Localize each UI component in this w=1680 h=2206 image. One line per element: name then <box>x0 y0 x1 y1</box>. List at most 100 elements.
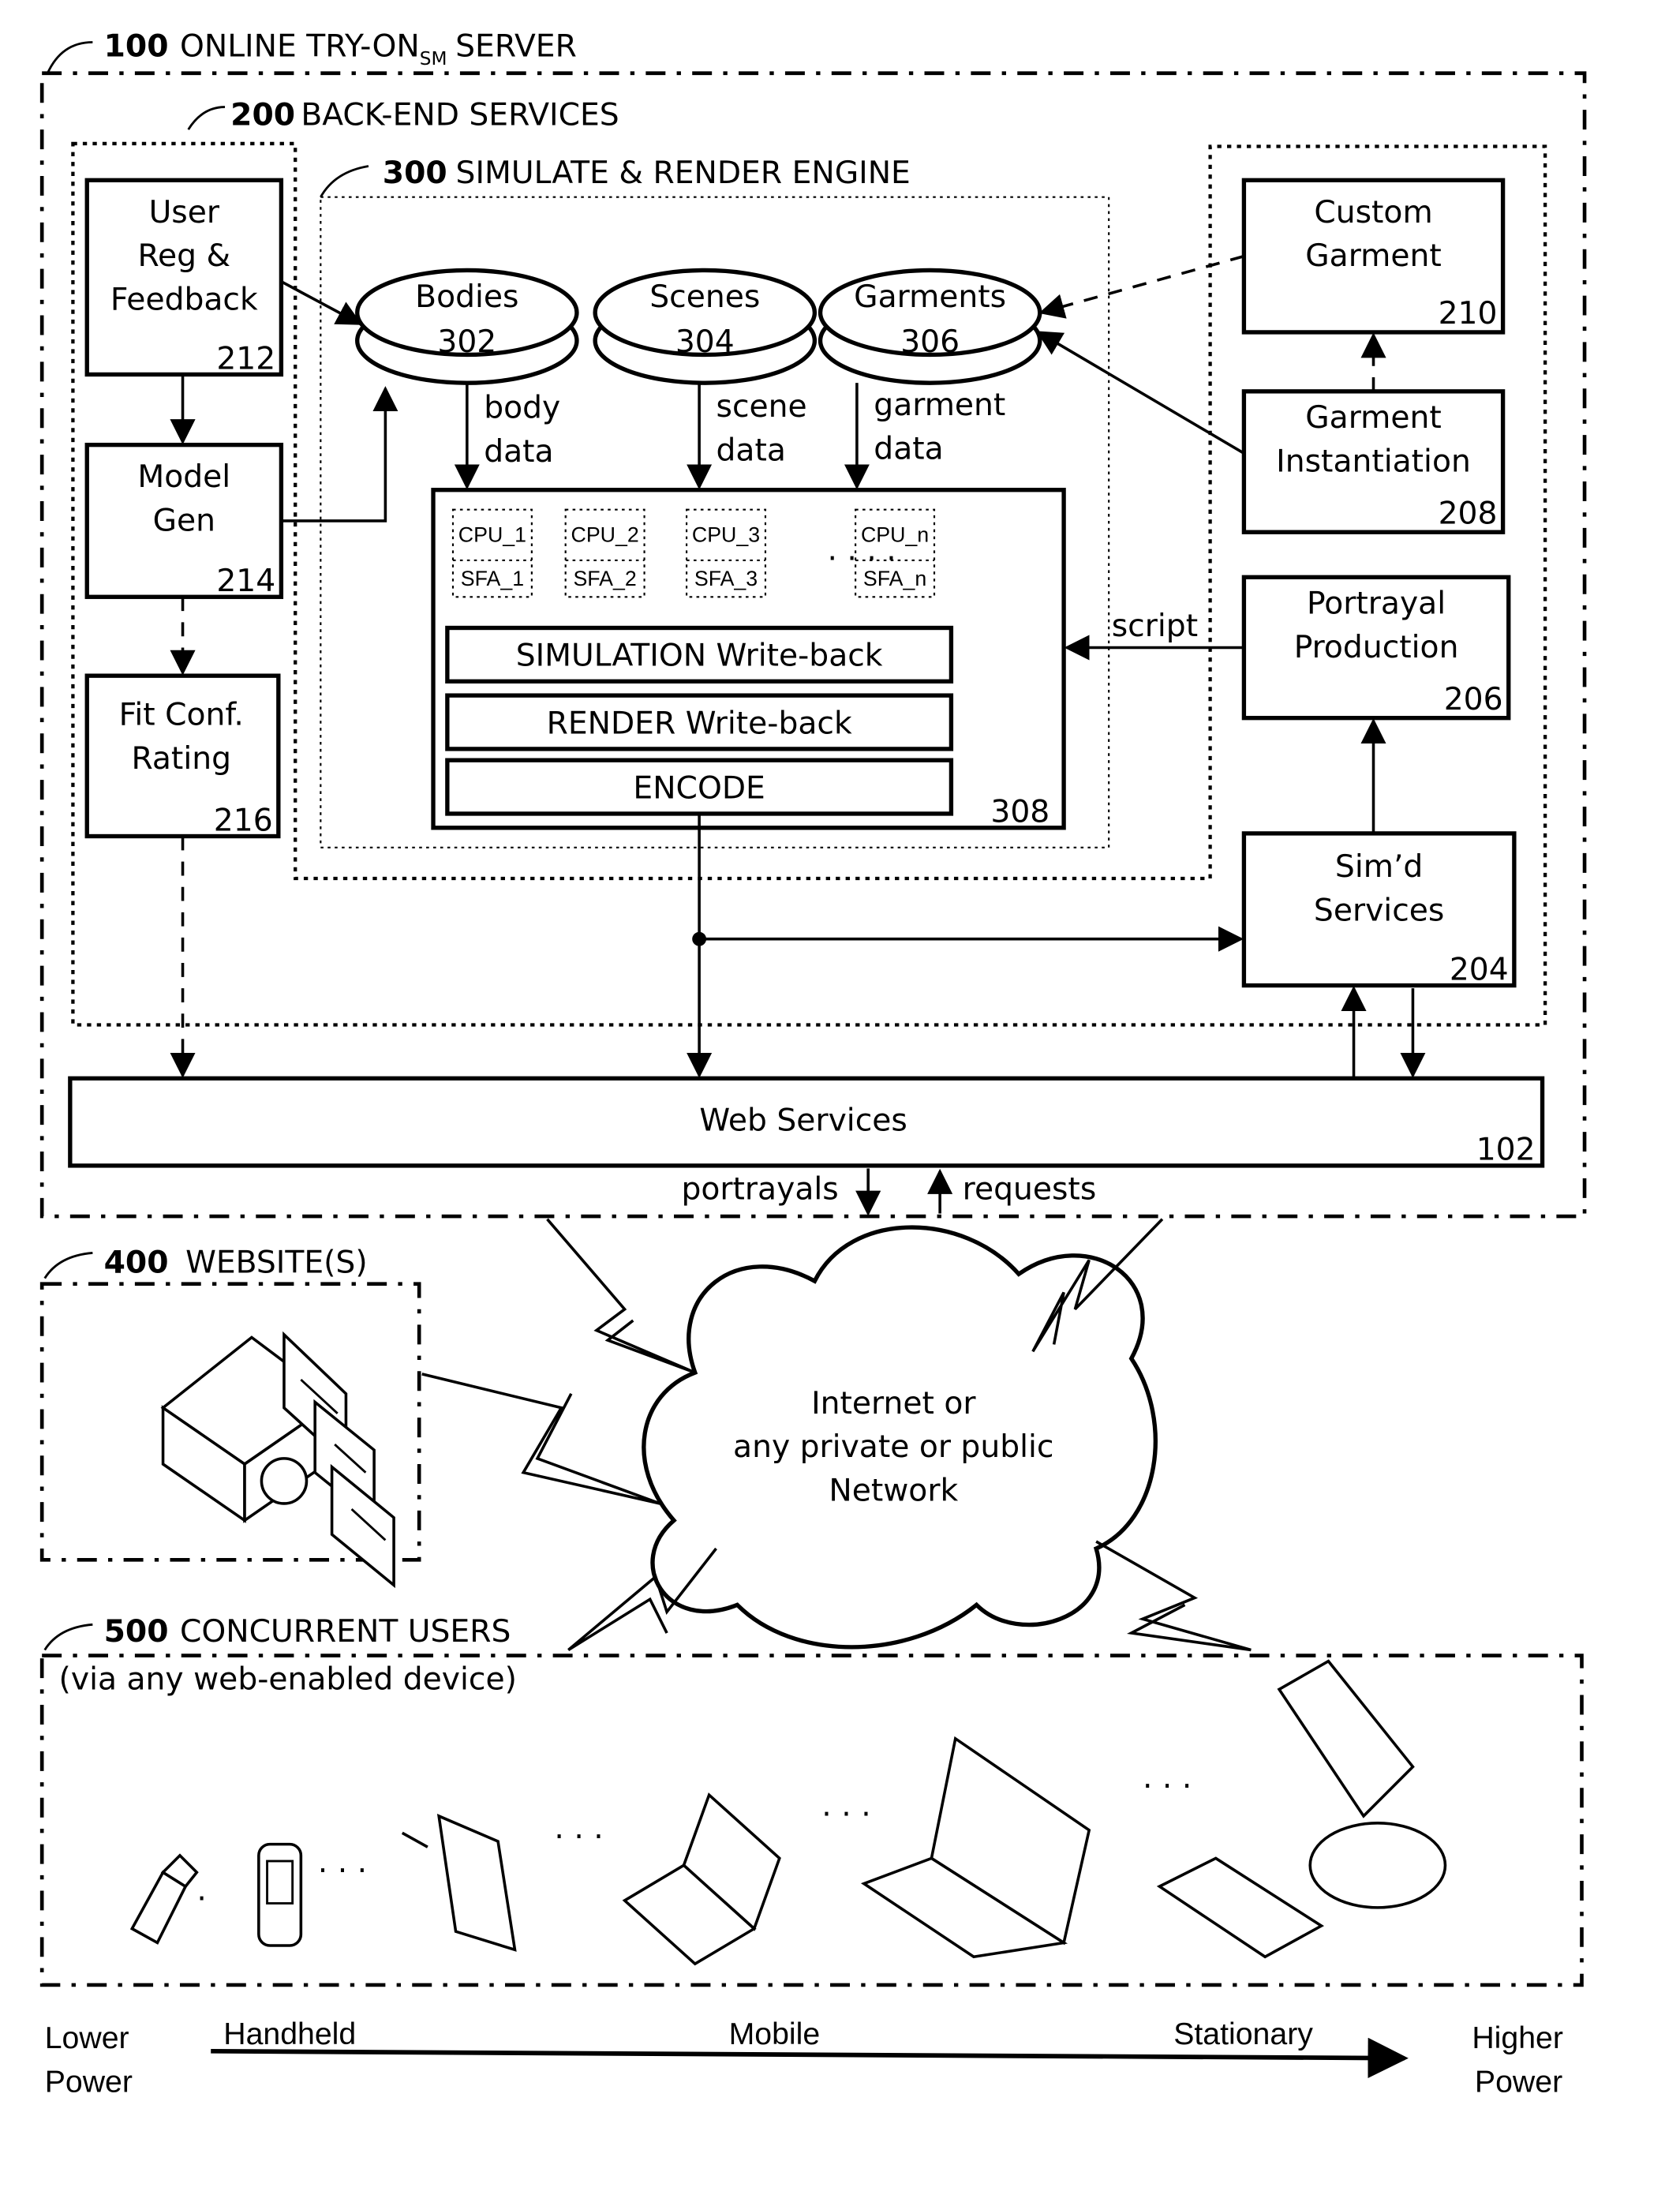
box-label-line: Portrayal <box>1307 586 1446 622</box>
tablet-icon <box>401 1814 517 1952</box>
database-name: Bodies <box>415 279 518 315</box>
axis-low-label: Lower <box>45 2021 129 2055</box>
box-label-line: Feedback <box>110 282 258 317</box>
stage-label: SIMULATION Write-back <box>516 639 883 674</box>
box-label-line: Sim’d <box>1335 849 1423 885</box>
box-model-gen[interactable]: Model Gen 214 <box>84 442 284 600</box>
axis-category-mobile: Mobile <box>729 2017 821 2051</box>
box-custom-garment[interactable]: Custom Garment 210 <box>1241 178 1506 335</box>
box-label-line: Services <box>1314 893 1444 929</box>
arrow-reg-to-bodies <box>280 280 363 325</box>
power-axis: Lower Power Handheld Mobile Stationary H… <box>45 2017 1563 2099</box>
network-label-line: Internet or <box>811 1386 976 1421</box>
box-label-line: Gen <box>153 503 215 538</box>
lightning-users-right-icon <box>1095 1540 1252 1652</box>
box-ref-number: 212 <box>216 341 275 376</box>
large-laptop-icon <box>860 1736 1091 1959</box>
box-label-line: Custom <box>1314 195 1432 230</box>
box-label-line: Rating <box>131 741 231 777</box>
arrow-custom-to-garments <box>1038 254 1244 319</box>
network-cloud[interactable]: Internet or any private or public Networ… <box>642 1225 1158 1650</box>
database-ref: 306 <box>900 324 960 360</box>
script-label: script <box>1112 609 1198 644</box>
flow-label: body <box>484 391 560 426</box>
box-label-line: Production <box>1294 630 1459 665</box>
cpu-label: CPU_2 <box>571 523 639 547</box>
cpu-label: CPU_1 <box>458 523 526 547</box>
database-bodies[interactable]: Bodies 302 <box>355 268 579 385</box>
network-label-line: any private or public <box>733 1429 1053 1465</box>
backend-number: 200 <box>230 98 295 133</box>
box-ref-number: 214 <box>216 564 275 599</box>
web-services-label: Web Services <box>699 1103 907 1138</box>
box-label-line: User <box>149 195 220 230</box>
database-ref: 302 <box>437 324 496 360</box>
flip-phone-icon <box>129 1853 199 1945</box>
sfa-label: SFA_3 <box>694 567 758 590</box>
engine-title: SIMULATE & RENDER ENGINE <box>456 155 911 191</box>
box-ref-number: 210 <box>1439 296 1498 331</box>
box-fit-conf-rating[interactable]: Fit Conf. Rating 216 <box>84 673 281 838</box>
server-number: 100 <box>104 28 169 64</box>
box-portrayal-production[interactable]: Portrayal Production 206 <box>1241 575 1511 721</box>
box-simd-services[interactable]: Sim’d Services 204 <box>1241 831 1517 988</box>
box-label-line: Garment <box>1305 238 1442 274</box>
flow-label: data <box>484 434 553 470</box>
axis-high-label: Higher <box>1472 2021 1563 2055</box>
box-label-line: Reg & <box>138 238 231 274</box>
box-label-line: Instantiation <box>1276 444 1471 480</box>
axis-category-handheld: Handheld <box>223 2017 356 2051</box>
stage-encode[interactable]: ENCODE <box>445 758 954 816</box>
device-icons: · · · · · · · · · · · · · <box>129 1659 1447 1966</box>
axis-low-label: Power <box>45 2065 133 2099</box>
small-laptop-icon <box>622 1792 781 1966</box>
server-title: ONLINE TRY-ONSM SERVER <box>180 28 577 69</box>
cpu-label: CPU_3 <box>692 523 760 547</box>
websites-title: WEBSITE(S) <box>185 1245 368 1280</box>
pda-icon <box>257 1842 303 1947</box>
device-ellipsis: · · · <box>821 1797 870 1833</box>
sfa-label: SFA_1 <box>461 567 524 590</box>
users-number: 500 <box>104 1614 169 1650</box>
web-services-box[interactable]: Web Services 102 <box>68 1076 1545 1168</box>
database-garments[interactable]: Garments 306 <box>818 268 1042 385</box>
portrayals-label: portrayals <box>682 1172 839 1208</box>
requests-label: requests <box>963 1172 1097 1208</box>
stage-render-writeback[interactable]: RENDER Write-back <box>445 693 954 751</box>
power-arrow <box>211 2037 1409 2079</box>
axis-high-label: Power <box>1475 2065 1562 2099</box>
system-architecture-diagram: 100 ONLINE TRY-ONSM SERVER 200 BACK-END S… <box>39 28 1587 2099</box>
box-label-line: Garment <box>1305 400 1442 436</box>
box-ref-number: 216 <box>214 803 273 838</box>
device-ellipsis: · <box>196 1882 206 1917</box>
box-label-line: Model <box>137 459 230 495</box>
users-subtitle: (via any web-enabled device) <box>59 1661 517 1697</box>
flow-label: scene <box>717 389 807 425</box>
stage-simulation-writeback[interactable]: SIMULATION Write-back <box>445 625 954 684</box>
flow-label: data <box>717 433 786 468</box>
box-user-reg-feedback[interactable]: User Reg & Feedback 212 <box>84 178 284 376</box>
box-garment-instantiation[interactable]: Garment Instantiation 208 <box>1241 389 1506 534</box>
backend-title: BACK-END SERVICES <box>301 98 619 133</box>
web-services-ref: 102 <box>1476 1133 1536 1168</box>
database-scenes[interactable]: Scenes 304 <box>593 268 818 385</box>
flow-label: data <box>874 431 943 466</box>
database-name: Garments <box>854 279 1006 315</box>
box-label-line: Fit Conf. <box>119 698 244 733</box>
box-ref-number: 208 <box>1439 496 1498 532</box>
websites-number: 400 <box>104 1245 169 1280</box>
box-ref-number: 204 <box>1450 952 1509 987</box>
stage-label: RENDER Write-back <box>547 706 852 741</box>
processor-ellipsis: · · · · <box>827 541 896 577</box>
processing-block-ref: 308 <box>990 795 1050 830</box>
database-name: Scenes <box>649 279 760 315</box>
engine-number: 300 <box>383 155 447 191</box>
arrow-inst-to-garments <box>1036 331 1245 455</box>
network-label-line: Network <box>829 1473 958 1508</box>
lightning-website-icon <box>421 1373 660 1505</box>
device-ellipsis: · · · <box>318 1853 367 1889</box>
users-title: CONCURRENT USERS <box>180 1614 511 1650</box>
flow-label: garment <box>874 388 1005 423</box>
stage-label: ENCODE <box>633 770 765 806</box>
web-server-icon <box>160 1331 395 1589</box>
